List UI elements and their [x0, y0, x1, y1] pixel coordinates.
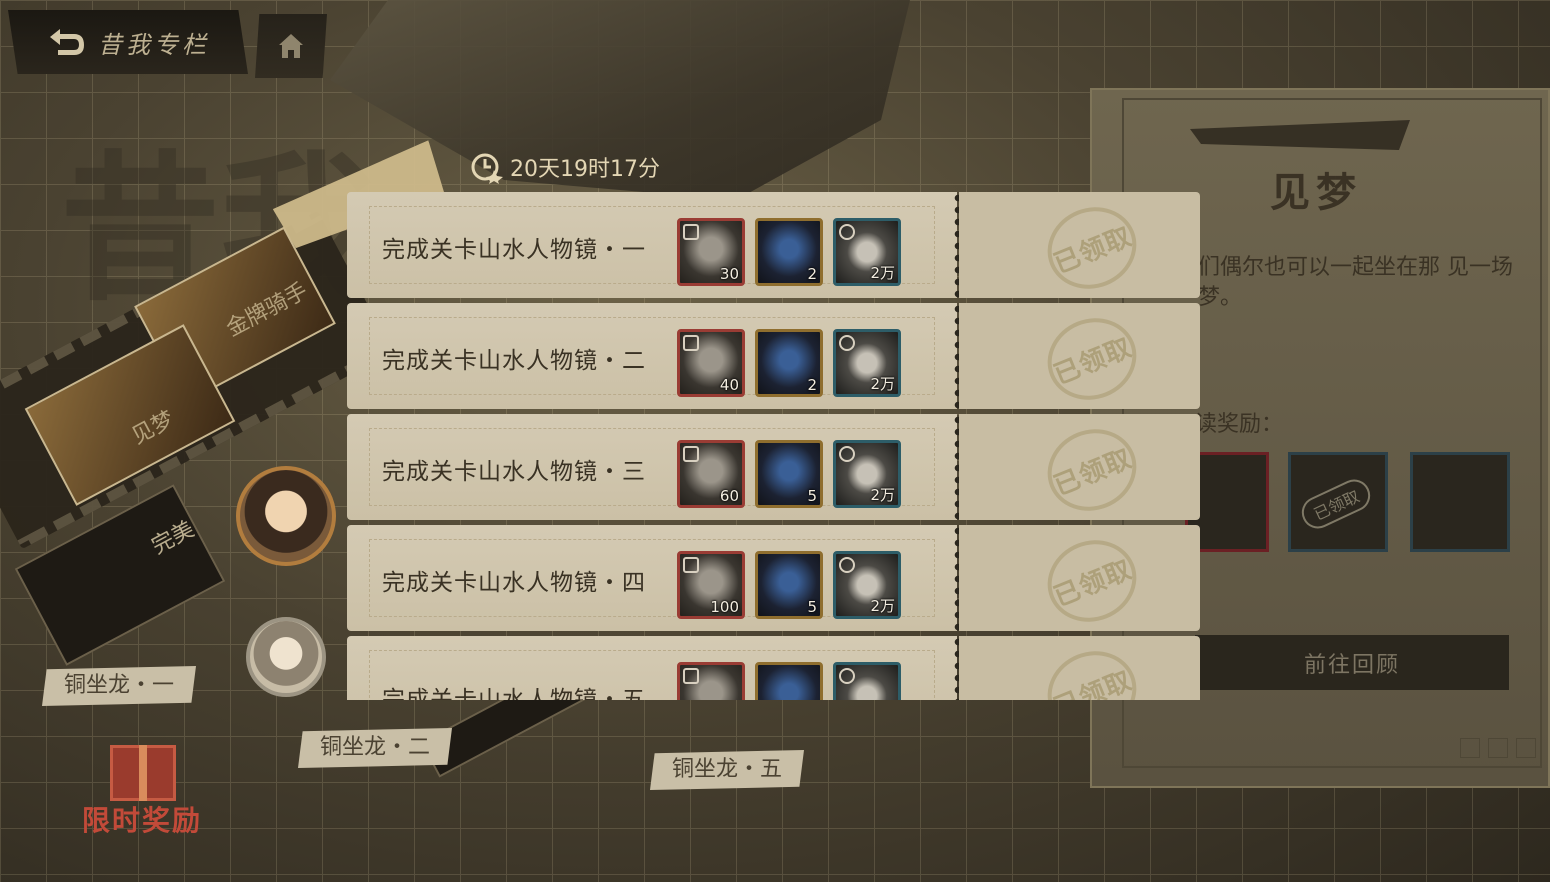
heart-icon[interactable]	[1516, 738, 1536, 758]
item-count: 40	[719, 376, 739, 394]
item-count: 2万	[870, 486, 895, 504]
item-count: 2	[807, 376, 817, 394]
book-item[interactable]	[755, 662, 823, 700]
task-row[interactable]: 完成关卡山水人物镜・五 已领取	[347, 636, 1200, 700]
character-avatar-secondary[interactable]	[246, 617, 326, 697]
item-count: 5	[807, 598, 817, 616]
task-name: 完成关卡山水人物镜・三	[382, 459, 646, 485]
tag-icon	[683, 224, 699, 240]
coin-item[interactable]: 2万	[833, 440, 901, 508]
detail-reward-item-3[interactable]	[1410, 452, 1510, 552]
coin-item[interactable]: 2万	[833, 218, 901, 286]
task-rewards: 30 2 2万	[677, 218, 901, 286]
tag-icon	[683, 335, 699, 351]
task-name: 完成关卡山水人物镜・二	[382, 348, 646, 374]
task-rewards	[677, 662, 901, 700]
top-bar: 昔我专栏	[0, 0, 1550, 80]
item-count: 2	[807, 265, 817, 283]
page-title: 昔我专栏	[98, 30, 210, 59]
task-rewards: 100 5 2万	[677, 551, 901, 619]
task-row[interactable]: 完成关卡山水人物镜・一 30 2 2万 已领取	[347, 192, 1200, 302]
home-button[interactable]	[255, 14, 327, 78]
book-item[interactable]: 5	[755, 440, 823, 508]
detail-icons	[1460, 738, 1536, 758]
limited-reward-label: 限时奖励	[82, 804, 203, 837]
coin-tag-icon	[839, 446, 855, 462]
tag-icon	[683, 557, 699, 573]
material-item[interactable]: 60	[677, 440, 745, 508]
stage-label-2[interactable]: 铜坐龙・二	[298, 728, 453, 768]
close-icon[interactable]	[1460, 738, 1480, 758]
task-rewards: 40 2 2万	[677, 329, 901, 397]
task-row[interactable]: 完成关卡山水人物镜・二 40 2 2万 已领取	[347, 303, 1200, 413]
material-item[interactable]: 30	[677, 218, 745, 286]
coin-tag-icon	[839, 668, 855, 684]
item-count: 5	[807, 487, 817, 505]
gift-icon	[110, 745, 176, 801]
item-count: 100	[710, 598, 739, 616]
task-name: 完成关卡山水人物镜・一	[382, 237, 646, 263]
coin-tag-icon	[839, 557, 855, 573]
reward-label: 读奖励：	[1195, 412, 1284, 437]
stage-label-1[interactable]: 铜坐龙・一	[42, 666, 197, 706]
material-item[interactable]: 100	[677, 551, 745, 619]
tag-icon	[683, 446, 699, 462]
coin-item[interactable]: 2万	[833, 329, 901, 397]
drop-icon[interactable]	[1488, 738, 1508, 758]
book-item[interactable]: 5	[755, 551, 823, 619]
coin-tag-icon	[839, 224, 855, 240]
item-count: 2万	[870, 264, 895, 282]
home-icon	[279, 34, 303, 58]
timer-text: 20天19时17分	[510, 157, 660, 182]
task-list[interactable]: 完成关卡山水人物镜・一 30 2 2万 已领取 完成关卡山水人物镜・二 40 2…	[347, 192, 1200, 700]
detail-description: 们偶尔也可以一起坐在那 见一场梦。	[1198, 255, 1513, 310]
event-timer: 20天19时17分	[470, 150, 660, 184]
material-item[interactable]	[677, 662, 745, 700]
limited-reward-button[interactable]: 限时奖励	[76, 745, 236, 845]
task-row[interactable]: 完成关卡山水人物镜・三 60 5 2万 已领取	[347, 414, 1200, 524]
item-count: 2万	[870, 375, 895, 393]
item-count: 2万	[870, 597, 895, 615]
back-arrow-icon	[44, 25, 88, 59]
goto-review-button[interactable]: 前往回顾	[1195, 635, 1509, 690]
tag-icon	[683, 668, 699, 684]
item-count: 60	[719, 487, 739, 505]
coin-tag-icon	[839, 335, 855, 351]
task-row[interactable]: 完成关卡山水人物镜・四 100 5 2万 已领取	[347, 525, 1200, 635]
book-item[interactable]: 2	[755, 329, 823, 397]
task-rewards: 60 5 2万	[677, 440, 901, 508]
coin-item[interactable]: 2万	[833, 551, 901, 619]
task-name: 完成关卡山水人物镜・五	[382, 687, 646, 700]
material-item[interactable]: 40	[677, 329, 745, 397]
back-button[interactable]: 昔我专栏	[8, 10, 248, 74]
clock-icon	[471, 153, 503, 184]
stage-label-5[interactable]: 铜坐龙・五	[650, 750, 805, 790]
task-name: 完成关卡山水人物镜・四	[382, 570, 646, 596]
item-count: 30	[719, 265, 739, 283]
coin-item[interactable]	[833, 662, 901, 700]
book-item[interactable]: 2	[755, 218, 823, 286]
character-avatar-main[interactable]	[236, 466, 336, 566]
detail-title: 见梦	[1270, 169, 1362, 216]
